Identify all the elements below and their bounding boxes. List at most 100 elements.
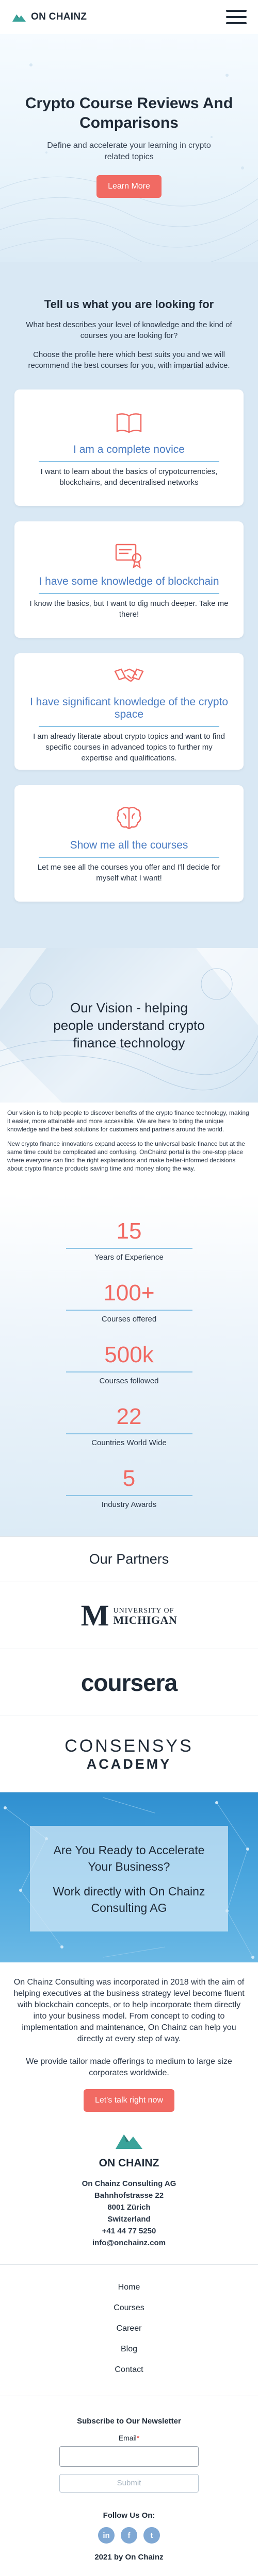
stat-label: Industry Awards	[101, 1500, 157, 1509]
footer-nav: Home Courses Career Blog Contact	[0, 2264, 258, 2396]
hero-subtitle: Define and accelerate your learning in c…	[47, 141, 211, 161]
profiles-intro: Tell us what you are looking for What be…	[7, 267, 251, 389]
brand-name: ON CHAINZ	[31, 11, 87, 22]
stat-value: 500k	[104, 1342, 154, 1367]
brand[interactable]: ON CHAINZ	[11, 11, 87, 23]
email-label: Email*	[118, 2434, 140, 2442]
stat-label: Years of Experience	[94, 1252, 164, 1262]
cta-headline: Are You Ready to Accelerate Your Busines…	[53, 1843, 205, 1873]
profile-card-title: I have significant knowledge of the cryp…	[29, 696, 229, 720]
divider	[39, 725, 219, 727]
profile-card-text: I am already literate about crypto topic…	[33, 732, 225, 762]
cta-paragraph-2: We provide tailor made offerings to medi…	[26, 2057, 232, 2077]
footer-nav-blog[interactable]: Blog	[0, 2339, 258, 2360]
profiles-title: Tell us what you are looking for	[44, 298, 214, 311]
umich-block-m: M	[80, 1598, 109, 1632]
partner-coursera-logo[interactable]: coursera	[0, 1649, 258, 1716]
profile-card-novice[interactable]: I am a complete novice I want to learn a…	[14, 389, 244, 506]
cta-text: On Chainz Consulting was incorporated in…	[0, 1962, 258, 2079]
vision-text: Our vision is to help people to discover…	[0, 1103, 258, 1193]
follow-title: Follow Us On:	[103, 2511, 155, 2520]
footer-brand: ON CHAINZ	[99, 2157, 159, 2169]
stat-label: Countries World Wide	[91, 1438, 167, 1447]
lets-talk-button[interactable]: Let's talk right now	[83, 2089, 174, 2112]
social-links: in f t	[0, 2527, 258, 2544]
cta-paragraph-1: On Chainz Consulting was incorporated in…	[13, 1978, 245, 2043]
divider	[66, 1247, 192, 1249]
open-book-icon	[116, 413, 142, 433]
profile-card-title: Show me all the courses	[70, 839, 188, 851]
cta-subheadline: Work directly with On Chainz Consulting …	[53, 1884, 205, 1914]
site-footer: ON CHAINZ On Chainz Consulting AG Bahnho…	[0, 2126, 258, 2568]
profile-card-text: I know the basics, but I want to dig muc…	[29, 599, 229, 619]
footer-email[interactable]: info@onchainz.com	[0, 2237, 258, 2249]
profile-card-title: I am a complete novice	[73, 444, 185, 455]
stats-section: 15 Years of Experience 100+ Courses offe…	[0, 1193, 258, 1536]
profile-card-significant-knowledge[interactable]: I have significant knowledge of the cryp…	[14, 653, 244, 770]
profile-card-all-courses[interactable]: Show me all the courses Let me see all t…	[14, 785, 244, 902]
profile-card-text: I want to learn about the basics of cryp…	[40, 467, 218, 487]
divider	[39, 593, 219, 594]
vision-paragraph-1: Our vision is to help people to discover…	[7, 1109, 249, 1133]
umich-line-2: MICHIGAN	[113, 1613, 178, 1626]
footer-phone[interactable]: +41 44 77 5250	[0, 2225, 258, 2237]
profiles-intro-2: Choose the profile here which best suits…	[28, 350, 230, 370]
newsletter-email-input[interactable]	[59, 2446, 199, 2467]
stat-value: 22	[116, 1403, 142, 1429]
stat-item: 5 Industry Awards	[0, 1456, 258, 1518]
stat-value: 100+	[103, 1280, 155, 1306]
vision-title: Our Vision - helping people understand c…	[53, 1000, 205, 1050]
twitter-icon[interactable]: t	[143, 2527, 160, 2544]
consensys-line-2: ACADEMY	[86, 1756, 172, 1772]
newsletter-submit-button[interactable]: Submit	[59, 2474, 199, 2493]
footer-country: Switzerland	[107, 2215, 151, 2224]
profiles-section: Tell us what you are looking for What be…	[0, 262, 258, 948]
footer-nav-contact[interactable]: Contact	[0, 2360, 258, 2380]
footer-company-name: On Chainz Consulting AG	[82, 2179, 176, 2188]
divider	[66, 1433, 192, 1434]
partners-section: Our Partners M UNIVERSITY OF MICHIGAN co…	[0, 1536, 258, 1792]
partner-consensys-logo[interactable]: CONSENSYS ACADEMY	[0, 1716, 258, 1792]
profile-card-text: Let me see all the courses you offer and…	[37, 863, 221, 883]
profile-card-title: I have some knowledge of blockchain	[39, 575, 219, 587]
stat-value: 5	[122, 1465, 136, 1491]
facebook-icon[interactable]: f	[121, 2527, 137, 2544]
newsletter-title: Subscribe to Our Newsletter	[77, 2417, 181, 2426]
cta-banner: Are You Ready to Accelerate Your Busines…	[0, 1792, 258, 1962]
coursera-wordmark: coursera	[80, 1669, 178, 1696]
divider	[39, 461, 219, 462]
divider	[39, 857, 219, 858]
certificate-icon	[115, 544, 142, 569]
required-asterisk: *	[136, 2434, 140, 2442]
divider	[66, 1495, 192, 1496]
copyright: 2021 by On Chainz	[94, 2553, 164, 2562]
hamburger-menu-icon[interactable]	[226, 10, 247, 24]
stat-item: 15 Years of Experience	[0, 1209, 258, 1270]
partners-title: Our Partners	[0, 1536, 258, 1582]
profile-card-some-knowledge[interactable]: I have some knowledge of blockchain I kn…	[14, 521, 244, 638]
follow-us: Follow Us On: in f t	[0, 2503, 258, 2544]
stat-item: 500k Courses followed	[0, 1332, 258, 1394]
partner-umich-logo[interactable]: M UNIVERSITY OF MICHIGAN	[0, 1582, 258, 1649]
newsletter-form: Subscribe to Our Newsletter Email* Submi…	[0, 2396, 258, 2503]
footer-nav-career[interactable]: Career	[0, 2318, 258, 2339]
stat-item: 22 Countries World Wide	[0, 1394, 258, 1456]
site-header: ON CHAINZ	[0, 0, 258, 34]
vision-banner: Our Vision - helping people understand c…	[0, 948, 258, 1103]
learn-more-button[interactable]: Learn More	[96, 175, 162, 198]
consensys-line-1: CONSENSYS	[64, 1736, 194, 1756]
linkedin-icon[interactable]: in	[98, 2527, 115, 2544]
footer-company-info: ON CHAINZ On Chainz Consulting AG Bahnho…	[0, 2126, 258, 2264]
stat-item: 100+ Courses offered	[0, 1270, 258, 1332]
cta-box: Are You Ready to Accelerate Your Busines…	[30, 1826, 228, 1931]
hero-title: Crypto Course Reviews And Comparisons	[25, 95, 233, 131]
stat-label: Courses offered	[101, 1314, 157, 1324]
vision-paragraph-2: New crypto finance innovations expand ac…	[7, 1140, 245, 1172]
stat-value: 15	[116, 1218, 142, 1244]
footer-nav-home[interactable]: Home	[0, 2277, 258, 2298]
profiles-intro-1: What best describes your level of knowle…	[26, 320, 232, 340]
footer-nav-courses[interactable]: Courses	[0, 2298, 258, 2318]
footer-address: On Chainz Consulting AG Bahnhofstrasse 2…	[0, 2178, 258, 2249]
footer-street: Bahnhofstrasse 22	[94, 2191, 164, 2200]
hero-section: Crypto Course Reviews And Comparisons De…	[0, 34, 258, 262]
